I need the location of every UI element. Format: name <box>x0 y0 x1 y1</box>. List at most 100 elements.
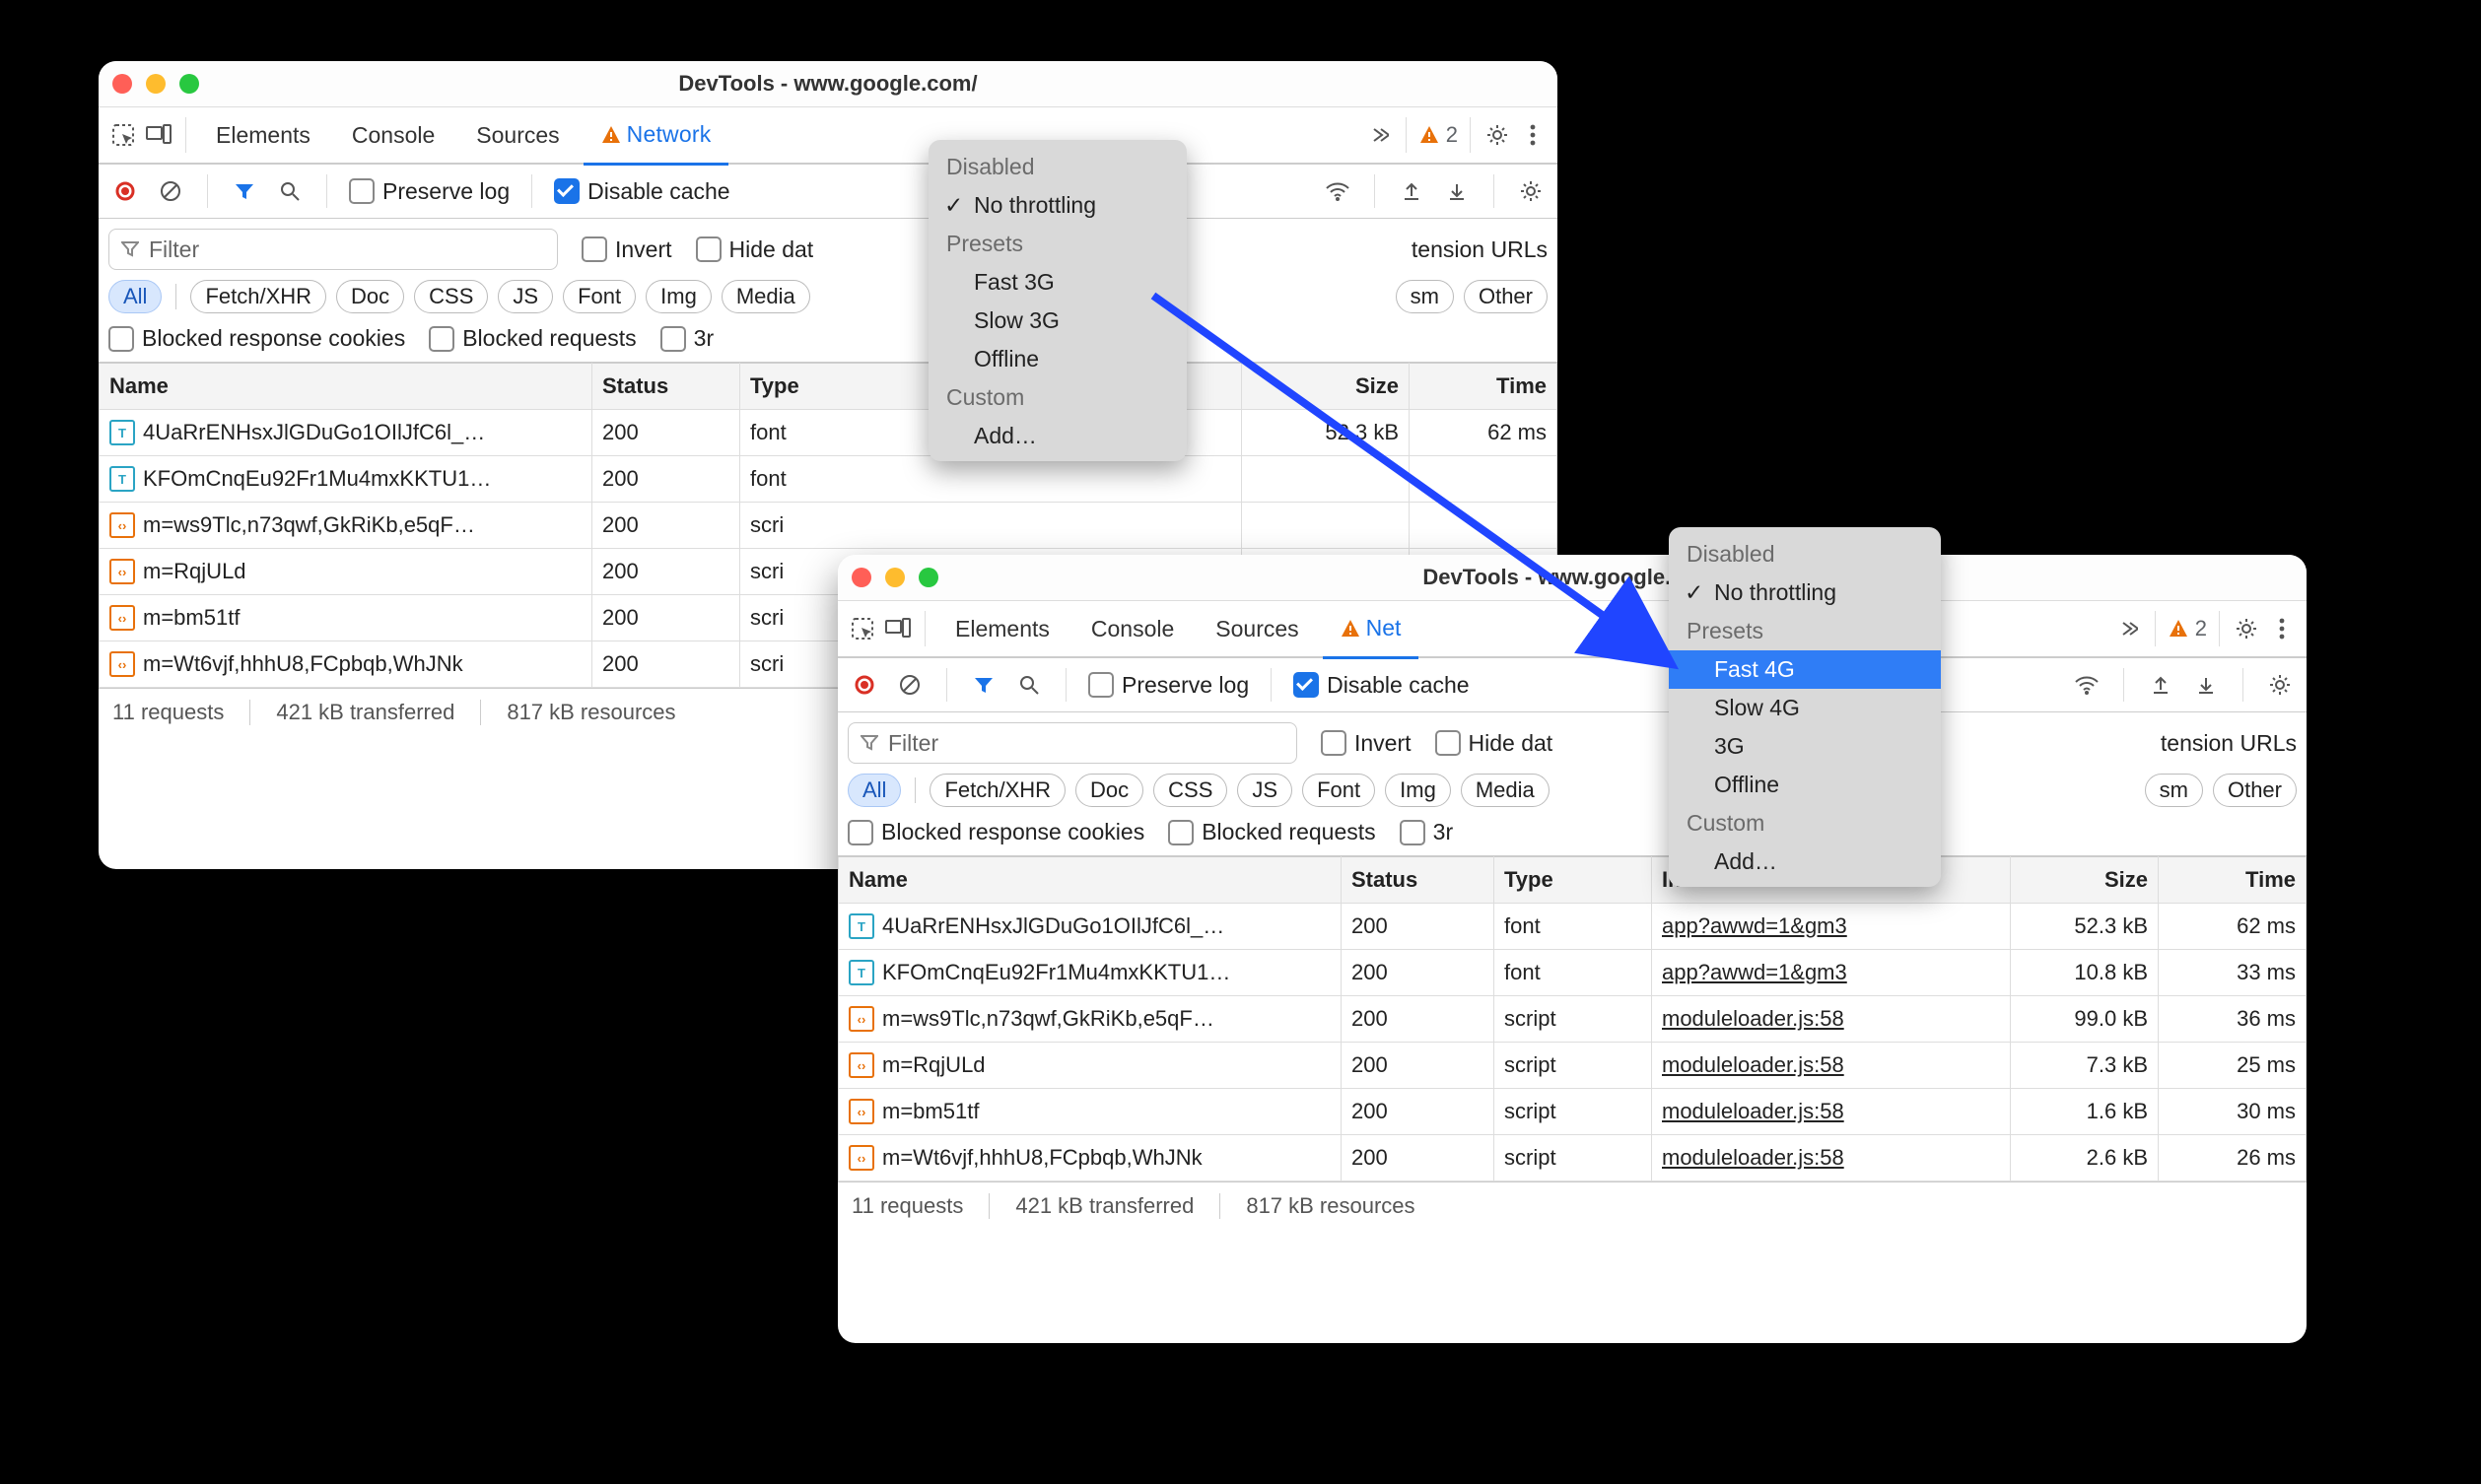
upload-icon[interactable] <box>2146 670 2175 700</box>
zoom-icon[interactable] <box>179 74 199 94</box>
more-icon[interactable] <box>1518 120 1548 150</box>
hide-data-checkbox[interactable]: Hide dat <box>696 236 814 263</box>
settings-gear-icon[interactable] <box>2232 614 2261 643</box>
tab-sources[interactable]: Sources <box>1198 601 1316 656</box>
warnings-icon[interactable] <box>2168 618 2189 640</box>
warnings-count[interactable]: 2 <box>1446 122 1458 148</box>
dd-add[interactable]: Add… <box>1669 843 1941 881</box>
thirdparty-checkbox[interactable]: 3r <box>1400 819 1453 845</box>
chip-doc[interactable]: Doc <box>336 280 404 313</box>
tab-elements[interactable]: Elements <box>198 107 328 163</box>
chip-img[interactable]: Img <box>646 280 712 313</box>
cell-initiator[interactable]: moduleloader.js:58 <box>1652 996 2011 1043</box>
filter-input[interactable]: Filter <box>108 229 558 270</box>
col-size[interactable]: Size <box>1242 364 1410 410</box>
upload-icon[interactable] <box>1397 176 1426 206</box>
warnings-count[interactable]: 2 <box>2195 616 2207 641</box>
preserve-log-checkbox[interactable]: Preserve log <box>1088 672 1249 699</box>
tab-sources[interactable]: Sources <box>458 107 577 163</box>
minimize-icon[interactable] <box>146 74 166 94</box>
record-icon[interactable] <box>110 176 140 206</box>
overflow-tabs-icon[interactable] <box>1364 120 1394 150</box>
blocked-cookies-checkbox[interactable]: Blocked response cookies <box>108 325 405 352</box>
search-icon[interactable] <box>1014 670 1044 700</box>
col-time[interactable]: Time <box>1410 364 1557 410</box>
cell-initiator[interactable]: app?awwd=1&gm3 <box>1652 950 2011 996</box>
preserve-log-checkbox[interactable]: Preserve log <box>349 178 510 205</box>
chip-other[interactable]: Other <box>1464 280 1548 313</box>
device-icon[interactable] <box>144 120 173 150</box>
extension-urls-label[interactable]: tension URLs <box>1412 236 1548 263</box>
col-size[interactable]: Size <box>2011 857 2159 904</box>
inspect-icon[interactable] <box>108 120 138 150</box>
inspect-icon[interactable] <box>848 614 877 643</box>
dd-fast4g[interactable]: Fast 4G <box>1669 650 1941 689</box>
wifi-icon[interactable] <box>1323 176 1352 206</box>
wifi-icon[interactable] <box>2072 670 2102 700</box>
chip-fetch[interactable]: Fetch/XHR <box>930 774 1066 807</box>
chip-media[interactable]: Media <box>722 280 810 313</box>
col-type[interactable]: Type <box>1494 857 1652 904</box>
dd-slow4g[interactable]: Slow 4G <box>1669 689 1941 727</box>
chip-all[interactable]: All <box>108 280 162 313</box>
clear-icon[interactable] <box>156 176 185 206</box>
tab-elements[interactable]: Elements <box>937 601 1068 656</box>
chip-font[interactable]: Font <box>1302 774 1375 807</box>
tab-network[interactable]: Net <box>1323 601 1419 659</box>
extension-urls-label[interactable]: tension URLs <box>2161 730 2297 757</box>
chip-font[interactable]: Font <box>563 280 636 313</box>
chip-media[interactable]: Media <box>1461 774 1550 807</box>
dd-offline[interactable]: Offline <box>1669 766 1941 804</box>
filter-icon[interactable] <box>230 176 259 206</box>
dd-no-throttling[interactable]: No throttling <box>929 186 1187 225</box>
cell-initiator[interactable]: moduleloader.js:58 <box>1652 1135 2011 1181</box>
chip-sm[interactable]: sm <box>1396 280 1454 313</box>
dd-add[interactable]: Add… <box>929 417 1187 455</box>
chip-css[interactable]: CSS <box>414 280 488 313</box>
disable-cache-checkbox[interactable]: Disable cache <box>554 178 729 205</box>
chip-img[interactable]: Img <box>1385 774 1451 807</box>
invert-checkbox[interactable]: Invert <box>1321 730 1412 757</box>
download-icon[interactable] <box>2191 670 2221 700</box>
record-icon[interactable] <box>850 670 879 700</box>
chip-fetch[interactable]: Fetch/XHR <box>190 280 326 313</box>
disable-cache-checkbox[interactable]: Disable cache <box>1293 672 1469 699</box>
close-icon[interactable] <box>852 568 871 587</box>
search-icon[interactable] <box>275 176 305 206</box>
table-row[interactable]: ‹›m=Wt6vjf,hhhU8,FCpbqb,WhJNk200scriptmo… <box>839 1135 2307 1181</box>
network-settings-gear-icon[interactable] <box>1516 176 1546 206</box>
table-row[interactable]: TKFOmCnqEu92Fr1Mu4mxKKTU1…200font <box>100 456 1557 503</box>
blocked-requests-checkbox[interactable]: Blocked requests <box>1168 819 1375 845</box>
chip-all[interactable]: All <box>848 774 901 807</box>
blocked-requests-checkbox[interactable]: Blocked requests <box>429 325 636 352</box>
chip-doc[interactable]: Doc <box>1075 774 1143 807</box>
filter-input[interactable]: Filter <box>848 722 1297 764</box>
invert-checkbox[interactable]: Invert <box>582 236 672 263</box>
close-icon[interactable] <box>112 74 132 94</box>
col-time[interactable]: Time <box>2159 857 2307 904</box>
table-row[interactable]: T4UaRrENHsxJlGDuGo1OIlJfC6l_…200font52.3… <box>100 410 1557 456</box>
col-status[interactable]: Status <box>1342 857 1494 904</box>
tab-network[interactable]: Network <box>584 107 729 166</box>
overflow-tabs-icon[interactable] <box>2113 614 2143 643</box>
table-row[interactable]: T4UaRrENHsxJlGDuGo1OIlJfC6l_…200fontapp?… <box>839 904 2307 950</box>
chip-js[interactable]: JS <box>1237 774 1292 807</box>
dd-slow3g[interactable]: Slow 3G <box>929 302 1187 340</box>
table-row[interactable]: TKFOmCnqEu92Fr1Mu4mxKKTU1…200fontapp?aww… <box>839 950 2307 996</box>
blocked-cookies-checkbox[interactable]: Blocked response cookies <box>848 819 1144 845</box>
col-name[interactable]: Name <box>100 364 592 410</box>
col-name[interactable]: Name <box>839 857 1342 904</box>
chip-other[interactable]: Other <box>2213 774 2297 807</box>
thirdparty-checkbox[interactable]: 3r <box>660 325 714 352</box>
warnings-icon[interactable] <box>1418 124 1440 146</box>
col-status[interactable]: Status <box>592 364 740 410</box>
network-settings-gear-icon[interactable] <box>2265 670 2295 700</box>
table-row[interactable]: ‹›m=ws9Tlc,n73qwf,GkRiKb,e5qF…200scriptm… <box>839 996 2307 1043</box>
download-icon[interactable] <box>1442 176 1472 206</box>
minimize-icon[interactable] <box>885 568 905 587</box>
filter-icon[interactable] <box>969 670 999 700</box>
table-row[interactable]: ‹›m=ws9Tlc,n73qwf,GkRiKb,e5qF…200scri <box>100 503 1557 549</box>
more-icon[interactable] <box>2267 614 2297 643</box>
dd-no-throttling[interactable]: No throttling <box>1669 573 1941 612</box>
hide-data-checkbox[interactable]: Hide dat <box>1435 730 1553 757</box>
